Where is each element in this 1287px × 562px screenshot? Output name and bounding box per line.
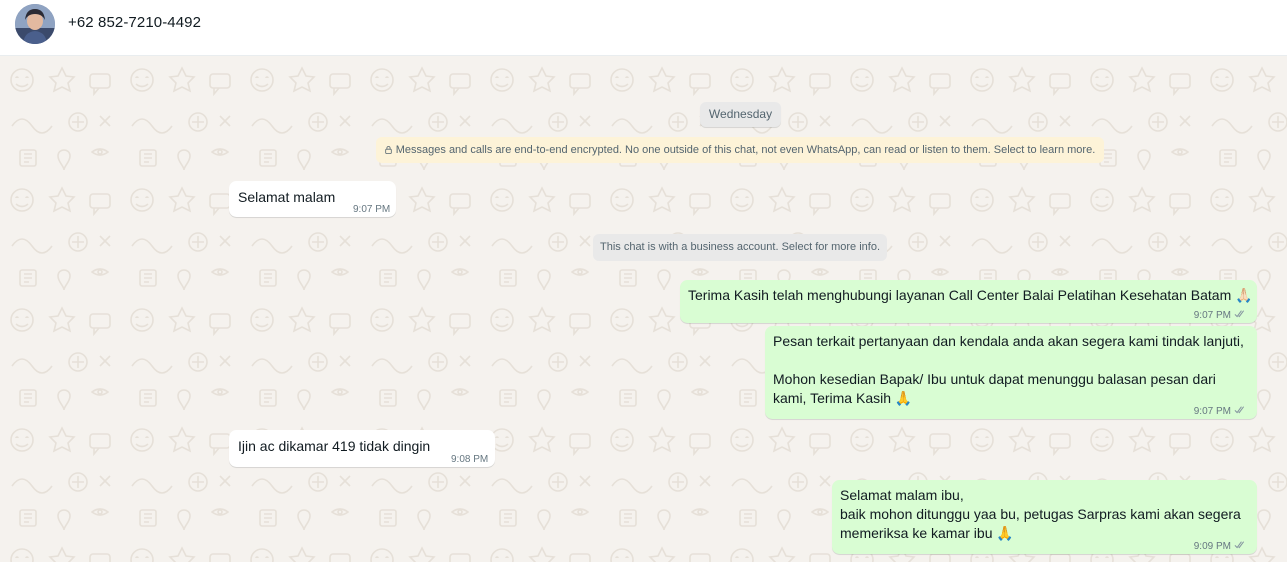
double-check-read-icon [1234, 310, 1245, 318]
message-text: Selamat malam [238, 189, 336, 205]
message-bubble-outgoing[interactable]: Pesan terkait pertanyaan dan kendala and… [765, 326, 1257, 419]
message-time: 9:09 PM [1193, 541, 1231, 552]
encryption-notice-text: Messages and calls are end-to-end encryp… [395, 144, 1096, 156]
message-time: 9:07 PM [1193, 310, 1231, 321]
contact-avatar[interactable] [15, 4, 55, 44]
message-bubble-incoming[interactable]: Ijin ac dikamar 419 tidak dingin 9:08 PM [229, 430, 495, 467]
message-time: 9:07 PM [1193, 406, 1231, 417]
chat-header[interactable]: +62 852-7210-4492 [0, 0, 1287, 56]
message-meta: 9:07 PM [1194, 306, 1246, 325]
double-check-read-icon [1234, 541, 1245, 549]
lock-icon [385, 146, 392, 154]
double-check-read-icon [1234, 406, 1245, 414]
message-meta: 9:09 PM [1194, 537, 1246, 556]
message-text: Terima Kasih telah menghubungi layanan C… [688, 287, 1253, 303]
message-time: 9:08 PM [451, 454, 489, 465]
contact-name[interactable]: +62 852-7210-4492 [68, 14, 201, 31]
business-account-notice[interactable]: This chat is with a business account. Se… [593, 234, 887, 261]
message-meta: 9:07 PM [1194, 402, 1246, 421]
whatsapp-chat-window: +62 852-7210-4492 Wednesday Messages and… [0, 0, 1287, 562]
message-time: 9:07 PM [353, 204, 391, 215]
message-list[interactable]: Wednesday Messages and calls are end-to-… [0, 56, 1287, 562]
avatar-photo-icon [15, 4, 55, 44]
message-bubble-incoming[interactable]: Selamat malam 9:07 PM [229, 181, 396, 217]
date-divider: Wednesday [700, 102, 781, 127]
message-text: Ijin ac dikamar 419 tidak dingin [238, 438, 431, 454]
encryption-notice[interactable]: Messages and calls are end-to-end encryp… [376, 137, 1104, 163]
message-bubble-outgoing[interactable]: Terima Kasih telah menghubungi layanan C… [680, 280, 1257, 323]
message-text: Pesan terkait pertanyaan dan kendala and… [773, 333, 1244, 406]
message-text: Selamat malam ibu, baik mohon ditunggu y… [840, 487, 1241, 541]
message-bubble-outgoing[interactable]: Selamat malam ibu, baik mohon ditunggu y… [832, 480, 1257, 554]
